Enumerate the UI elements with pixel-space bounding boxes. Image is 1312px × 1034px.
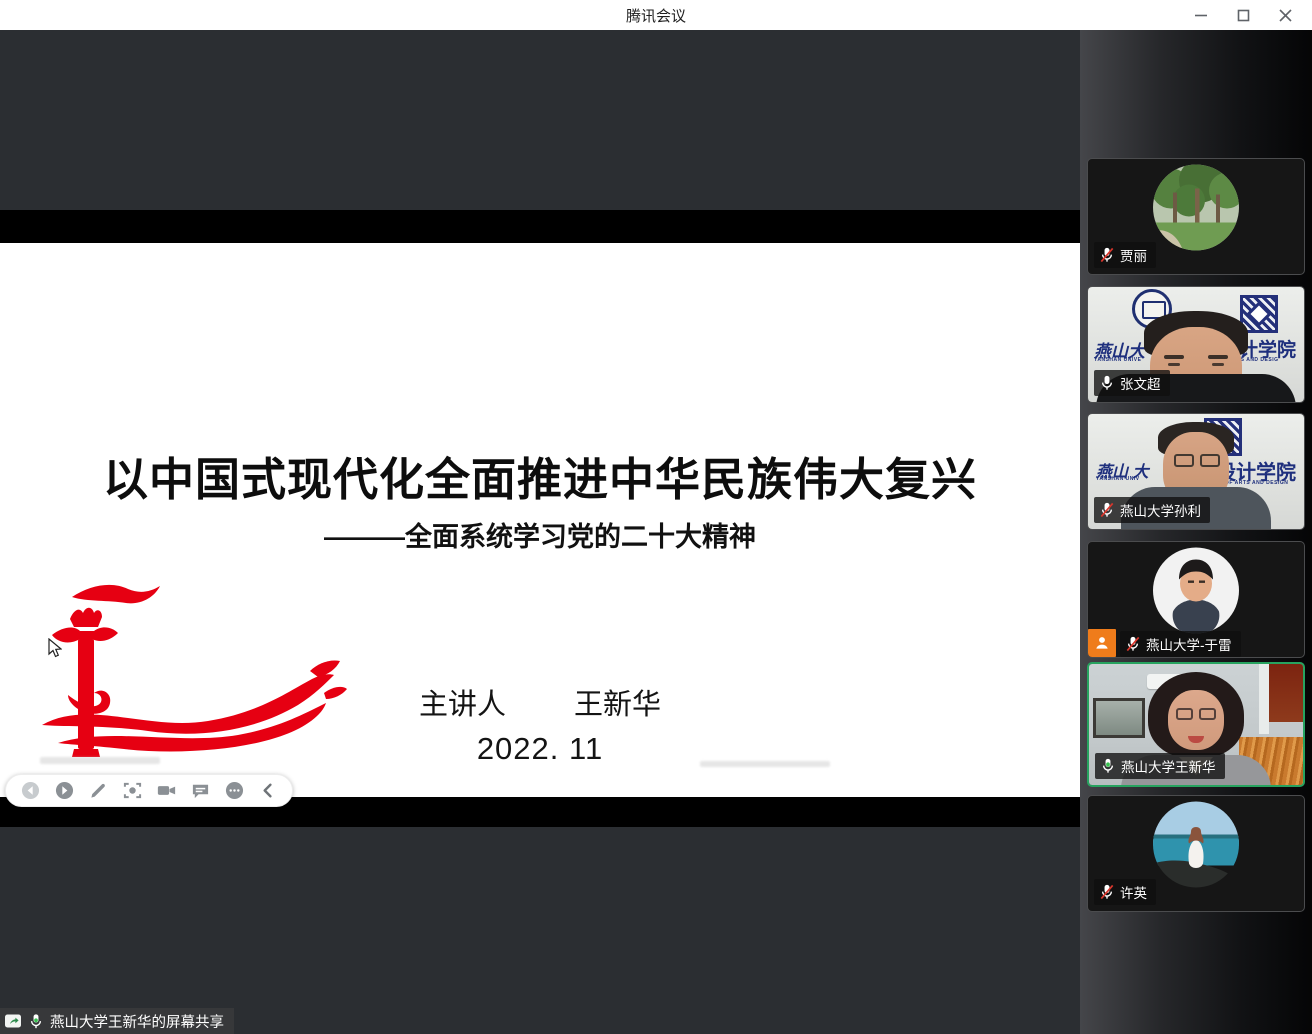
video-text-en-right: OF ARTS AND DESIGN [1225,480,1288,486]
participant-name: 燕山大学孙利 [1120,500,1201,520]
video-text-en-left: YANSHAN UNIVE [1094,357,1141,363]
avatar [1153,801,1239,892]
chevron-left-icon [259,781,278,800]
presenter-row: 主讲人 王新华 [0,681,1080,723]
person-icon [1094,635,1110,651]
slide-date: 2022. 11 [0,731,1080,767]
mic-on-icon [1100,375,1114,391]
participant-tile-yulei[interactable]: 燕山大学-于雷 [1087,541,1305,658]
participant-name-badge: 燕山大学孙利 [1094,497,1210,523]
shared-screen-area: 以中国式现代化全面推进中华民族伟大复兴 ———全面系统学习党的二十大精神 [0,30,1080,1034]
avatar [1153,547,1239,638]
participant-name-badge: 贾丽 [1094,242,1156,268]
participant-name: 张文超 [1120,373,1161,393]
member-role-badge [1088,629,1116,657]
glasses [1176,708,1216,720]
window-controls [1180,0,1306,30]
presenter-label: 主讲人 [419,681,506,723]
collapse-toolbar-button[interactable] [257,780,279,802]
participant-name-badge: 张文超 [1094,370,1170,396]
participant-tile-wangxinhua-active-speaker[interactable]: 燕山大学王新华 [1087,662,1305,787]
camera-button[interactable] [155,780,177,802]
slide-title: 以中国式现代化全面推进中华民族伟大复兴 [0,443,1080,508]
participant-name-badge: 燕山大学-于雷 [1120,631,1241,657]
previous-icon [21,781,40,800]
participant-name: 燕山大学王新华 [1121,756,1216,776]
window-frame [1259,664,1269,734]
maximize-icon [1237,9,1250,22]
minimize-icon [1194,8,1208,22]
presentation-toolbar [5,774,293,807]
ellipsis-icon [225,781,244,800]
door-frame [1269,664,1303,722]
annotate-button[interactable] [87,780,109,802]
previous-slide-button[interactable] [19,780,41,802]
close-button[interactable] [1264,0,1306,30]
screen-share-banner: 燕山大学王新华的屏幕共享 [0,1008,234,1034]
participants-sidebar[interactable]: 贾丽 燕山大 YANSHAN UNIVE 设计学院 RTS AND DESIG [1080,30,1312,1034]
window-title: 腾讯会议 [626,5,686,26]
camera-icon [157,781,176,800]
slide-subtitle: ———全面系统学习党的二十大精神 [0,515,1080,554]
pencil-icon [89,781,108,800]
mic-muted-icon [1126,636,1140,652]
participant-name: 贾丽 [1120,245,1147,265]
slide-letterbox-top [0,210,1080,243]
mic-active-icon [29,1013,43,1030]
laser-focus-icon [123,781,142,800]
participant-tile-jiali[interactable]: 贾丽 [1087,158,1305,275]
close-icon [1279,9,1292,22]
glasses [1174,454,1220,467]
mic-muted-icon [1100,884,1114,900]
participant-name-badge: 燕山大学王新华 [1095,753,1225,779]
picture-frame [1093,698,1145,738]
participant-tile-zhangwenchao[interactable]: 燕山大 YANSHAN UNIVE 设计学院 RTS AND DESIG 张文超 [1087,286,1305,403]
chat-icon [191,781,210,800]
participant-name: 燕山大学-于雷 [1146,634,1232,654]
mic-muted-icon [1100,247,1114,263]
participant-name-badge: 许英 [1094,879,1156,905]
next-icon [55,781,74,800]
meeting-window: 腾讯会议 以中国式现代化全面推进中华民族伟大复兴 ———全面系统学习党的二十大精… [0,0,1312,1034]
minimize-button[interactable] [1180,0,1222,30]
maximize-button[interactable] [1222,0,1264,30]
avatar [1153,164,1239,255]
mic-speaking-icon [1101,758,1115,774]
mouse-cursor [48,638,62,658]
laser-focus-button[interactable] [121,780,143,802]
more-button[interactable] [223,780,245,802]
video-text-en-left: YANSHAN UNIV [1096,476,1140,482]
titlebar: 腾讯会议 [0,0,1312,30]
presentation-slide: 以中国式现代化全面推进中华民族伟大复兴 ———全面系统学习党的二十大精神 [0,243,1080,797]
participant-tile-sunli[interactable]: 燕山 大 YANSHAN UNIV 与设计学院 OF ARTS AND DESI… [1087,413,1305,530]
participant-name: 许英 [1120,882,1147,902]
next-slide-button[interactable] [53,780,75,802]
mic-muted-icon [1100,502,1114,518]
presenter-name: 王新华 [574,681,661,723]
participant-tile-xuying[interactable]: 许英 [1087,795,1305,912]
screen-share-icon [4,1013,22,1029]
share-banner-text: 燕山大学王新华的屏幕共享 [50,1011,224,1032]
chat-button[interactable] [189,780,211,802]
